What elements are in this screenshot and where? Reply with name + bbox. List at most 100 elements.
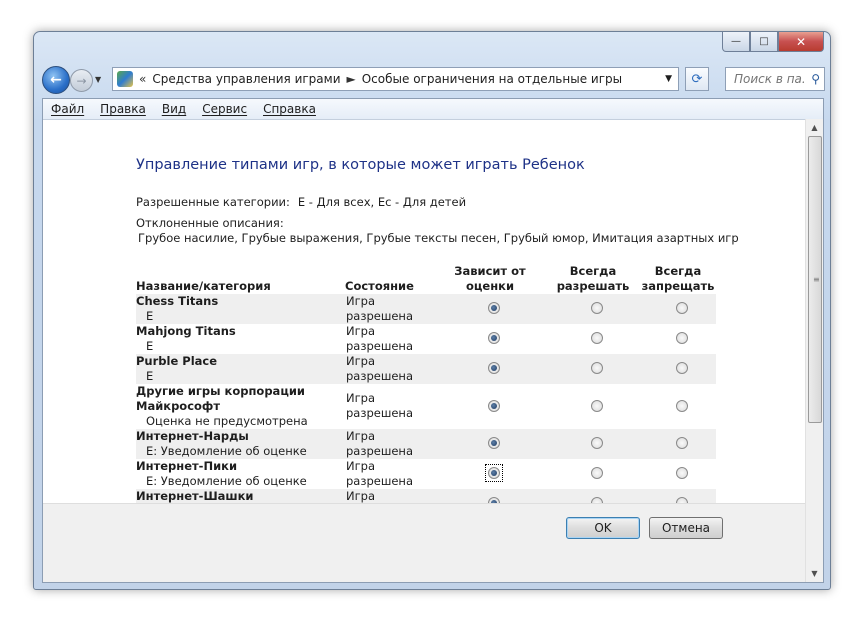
radio-always-block[interactable] (676, 400, 688, 412)
radio-always-allow[interactable] (591, 467, 603, 479)
game-state: Играразрешена (346, 354, 416, 384)
menu-tools[interactable]: Сервис (202, 102, 247, 116)
search-icon[interactable]: ⚲ (811, 72, 820, 86)
radio-always-block[interactable] (676, 467, 688, 479)
radio-always-block[interactable] (676, 332, 688, 344)
game-state: Играразрешена (346, 294, 416, 324)
game-state-line: разрешена (346, 474, 414, 488)
denied-value: Грубое насилие, Грубые выражения, Грубые… (138, 231, 739, 245)
address-dropdown-icon[interactable]: ▼ (665, 74, 672, 84)
radio-always-allow[interactable] (591, 332, 603, 344)
menu-view[interactable]: Вид (162, 102, 186, 116)
menu-bar: Файл Правка Вид Сервис Справка (43, 99, 823, 120)
table-row: Интернет-ШашкиE: Уведомление об оценкеИг… (136, 489, 716, 503)
caption-buttons: — □ ✕ (722, 32, 824, 52)
history-dropdown-icon[interactable]: ▼ (95, 75, 101, 84)
menu-help[interactable]: Справка (263, 102, 316, 116)
allowed-categories: Разрешенные категории: E - Для всех, Ec -… (136, 195, 466, 209)
radio-always-allow[interactable] (591, 437, 603, 449)
game-state-line: Игра (346, 294, 375, 308)
game-state-line: разрешена (346, 444, 414, 458)
scroll-grip-icon: ≡ (813, 275, 820, 284)
radio-always-allow[interactable] (591, 400, 603, 412)
breadcrumb-separator-icon[interactable]: ► (347, 72, 356, 86)
header-always-block: Всегда запрещать (633, 264, 723, 294)
ok-button[interactable]: OK (566, 517, 640, 539)
header-allow-line1: Всегда (569, 264, 617, 278)
menu-file[interactable]: Файл (51, 102, 84, 116)
search-box[interactable]: ⚲ (725, 67, 825, 91)
game-state-line: разрешена (346, 309, 414, 323)
game-state: Играразрешена (346, 391, 416, 421)
table-row: Другие игры корпорации Майкрософт Оценка н… (136, 384, 716, 429)
radio-always-block[interactable] (676, 302, 688, 314)
header-always-allow: Всегда разрешать (548, 264, 638, 294)
forward-button[interactable]: → (70, 69, 93, 92)
back-button[interactable]: ← (42, 66, 70, 94)
radio-rating[interactable] (488, 302, 500, 314)
radio-rating[interactable] (488, 400, 500, 412)
radio-always-allow[interactable] (591, 362, 603, 374)
breadcrumb-chevron-icon[interactable]: « (139, 72, 146, 86)
page-title: Управление типами игр, в которые может и… (136, 157, 585, 173)
game-state-line: разрешена (346, 369, 414, 383)
game-name: Интернет-Пики (136, 459, 237, 473)
table-row: Интернет-Нарды E: Уведомление об оценке Иг… (136, 429, 716, 459)
radio-rating[interactable] (488, 362, 500, 374)
game-state: Играразрешена (346, 459, 416, 489)
vertical-scrollbar[interactable]: ▲ ≡ ▼ (805, 119, 823, 582)
breadcrumb-item-game-controls[interactable]: Средства управления играми (152, 72, 340, 86)
game-name-line2: Майкрософт (136, 399, 220, 413)
header-block-line2: запрещать (641, 279, 715, 293)
radio-rating[interactable] (488, 437, 500, 449)
game-state: Играразрешена (346, 324, 416, 354)
game-state-line: Игра (346, 324, 375, 338)
table-row: Chess Titans E Игра разрешена (136, 294, 716, 324)
refresh-icon[interactable]: ⟳ (685, 67, 709, 91)
navigation-bar: ← → ▼ « Средства управления играми ► Осо… (40, 66, 825, 96)
game-state-line: Игра (346, 459, 375, 473)
header-rating-line2: оценки (465, 279, 515, 293)
maximize-button[interactable]: □ (750, 32, 778, 52)
game-category: E (146, 369, 154, 383)
minimize-button[interactable]: — (722, 32, 750, 52)
header-rating: Зависит от оценки (445, 264, 535, 294)
game-state-line: разрешена (346, 339, 414, 353)
breadcrumb-item-game-overrides[interactable]: Особые ограничения на отдельные игры (362, 72, 622, 86)
game-category: E (146, 309, 154, 323)
game-category: E: Уведомление об оценке (146, 444, 307, 458)
game-state-line: Игра (346, 354, 375, 368)
radio-always-allow[interactable] (591, 302, 603, 314)
header-block-line1: Всегда (654, 264, 702, 278)
game-name: Mahjong Titans (136, 324, 236, 338)
radio-always-block[interactable] (676, 362, 688, 374)
game-state-line: Игра (346, 429, 375, 443)
game-state-line: разрешена (346, 406, 414, 420)
game-category: Оценка не предусмотрена (146, 414, 308, 428)
game-name: Интернет-Нарды (136, 429, 249, 443)
search-input[interactable] (732, 71, 806, 87)
games-folder-icon (117, 71, 133, 87)
game-category: E: Уведомление об оценке (146, 474, 307, 488)
explorer-window: — □ ✕ ← → ▼ « Средства управления играми… (33, 31, 831, 590)
allowed-label: Разрешенные категории: (136, 195, 290, 209)
scroll-up-icon[interactable]: ▲ (806, 119, 823, 136)
scroll-down-icon[interactable]: ▼ (806, 565, 823, 582)
game-name: Другие игры корпорации (136, 384, 305, 398)
header-name: Название/категория (136, 279, 271, 293)
address-bar[interactable]: « Средства управления играми ► Особые ог… (112, 67, 679, 91)
game-state: Играразрешена (346, 429, 416, 459)
menu-edit[interactable]: Правка (100, 102, 146, 116)
focus-rectangle (485, 464, 503, 482)
scroll-thumb[interactable]: ≡ (808, 136, 822, 423)
table-row: Purble Place E Игра разрешена (136, 354, 716, 384)
close-button[interactable]: ✕ (778, 32, 824, 52)
game-state: Играразрешена (346, 489, 416, 503)
content-pane: Файл Правка Вид Сервис Справка Управлени… (42, 98, 824, 583)
game-state-line: Игра (346, 489, 375, 503)
radio-rating[interactable] (488, 332, 500, 344)
allowed-value: E - Для всех, Ec - Для детей (297, 195, 467, 209)
radio-always-block[interactable] (676, 437, 688, 449)
cancel-button[interactable]: Отмена (649, 517, 723, 539)
table-row: Mahjong Titans E Игра разрешена (136, 324, 716, 354)
